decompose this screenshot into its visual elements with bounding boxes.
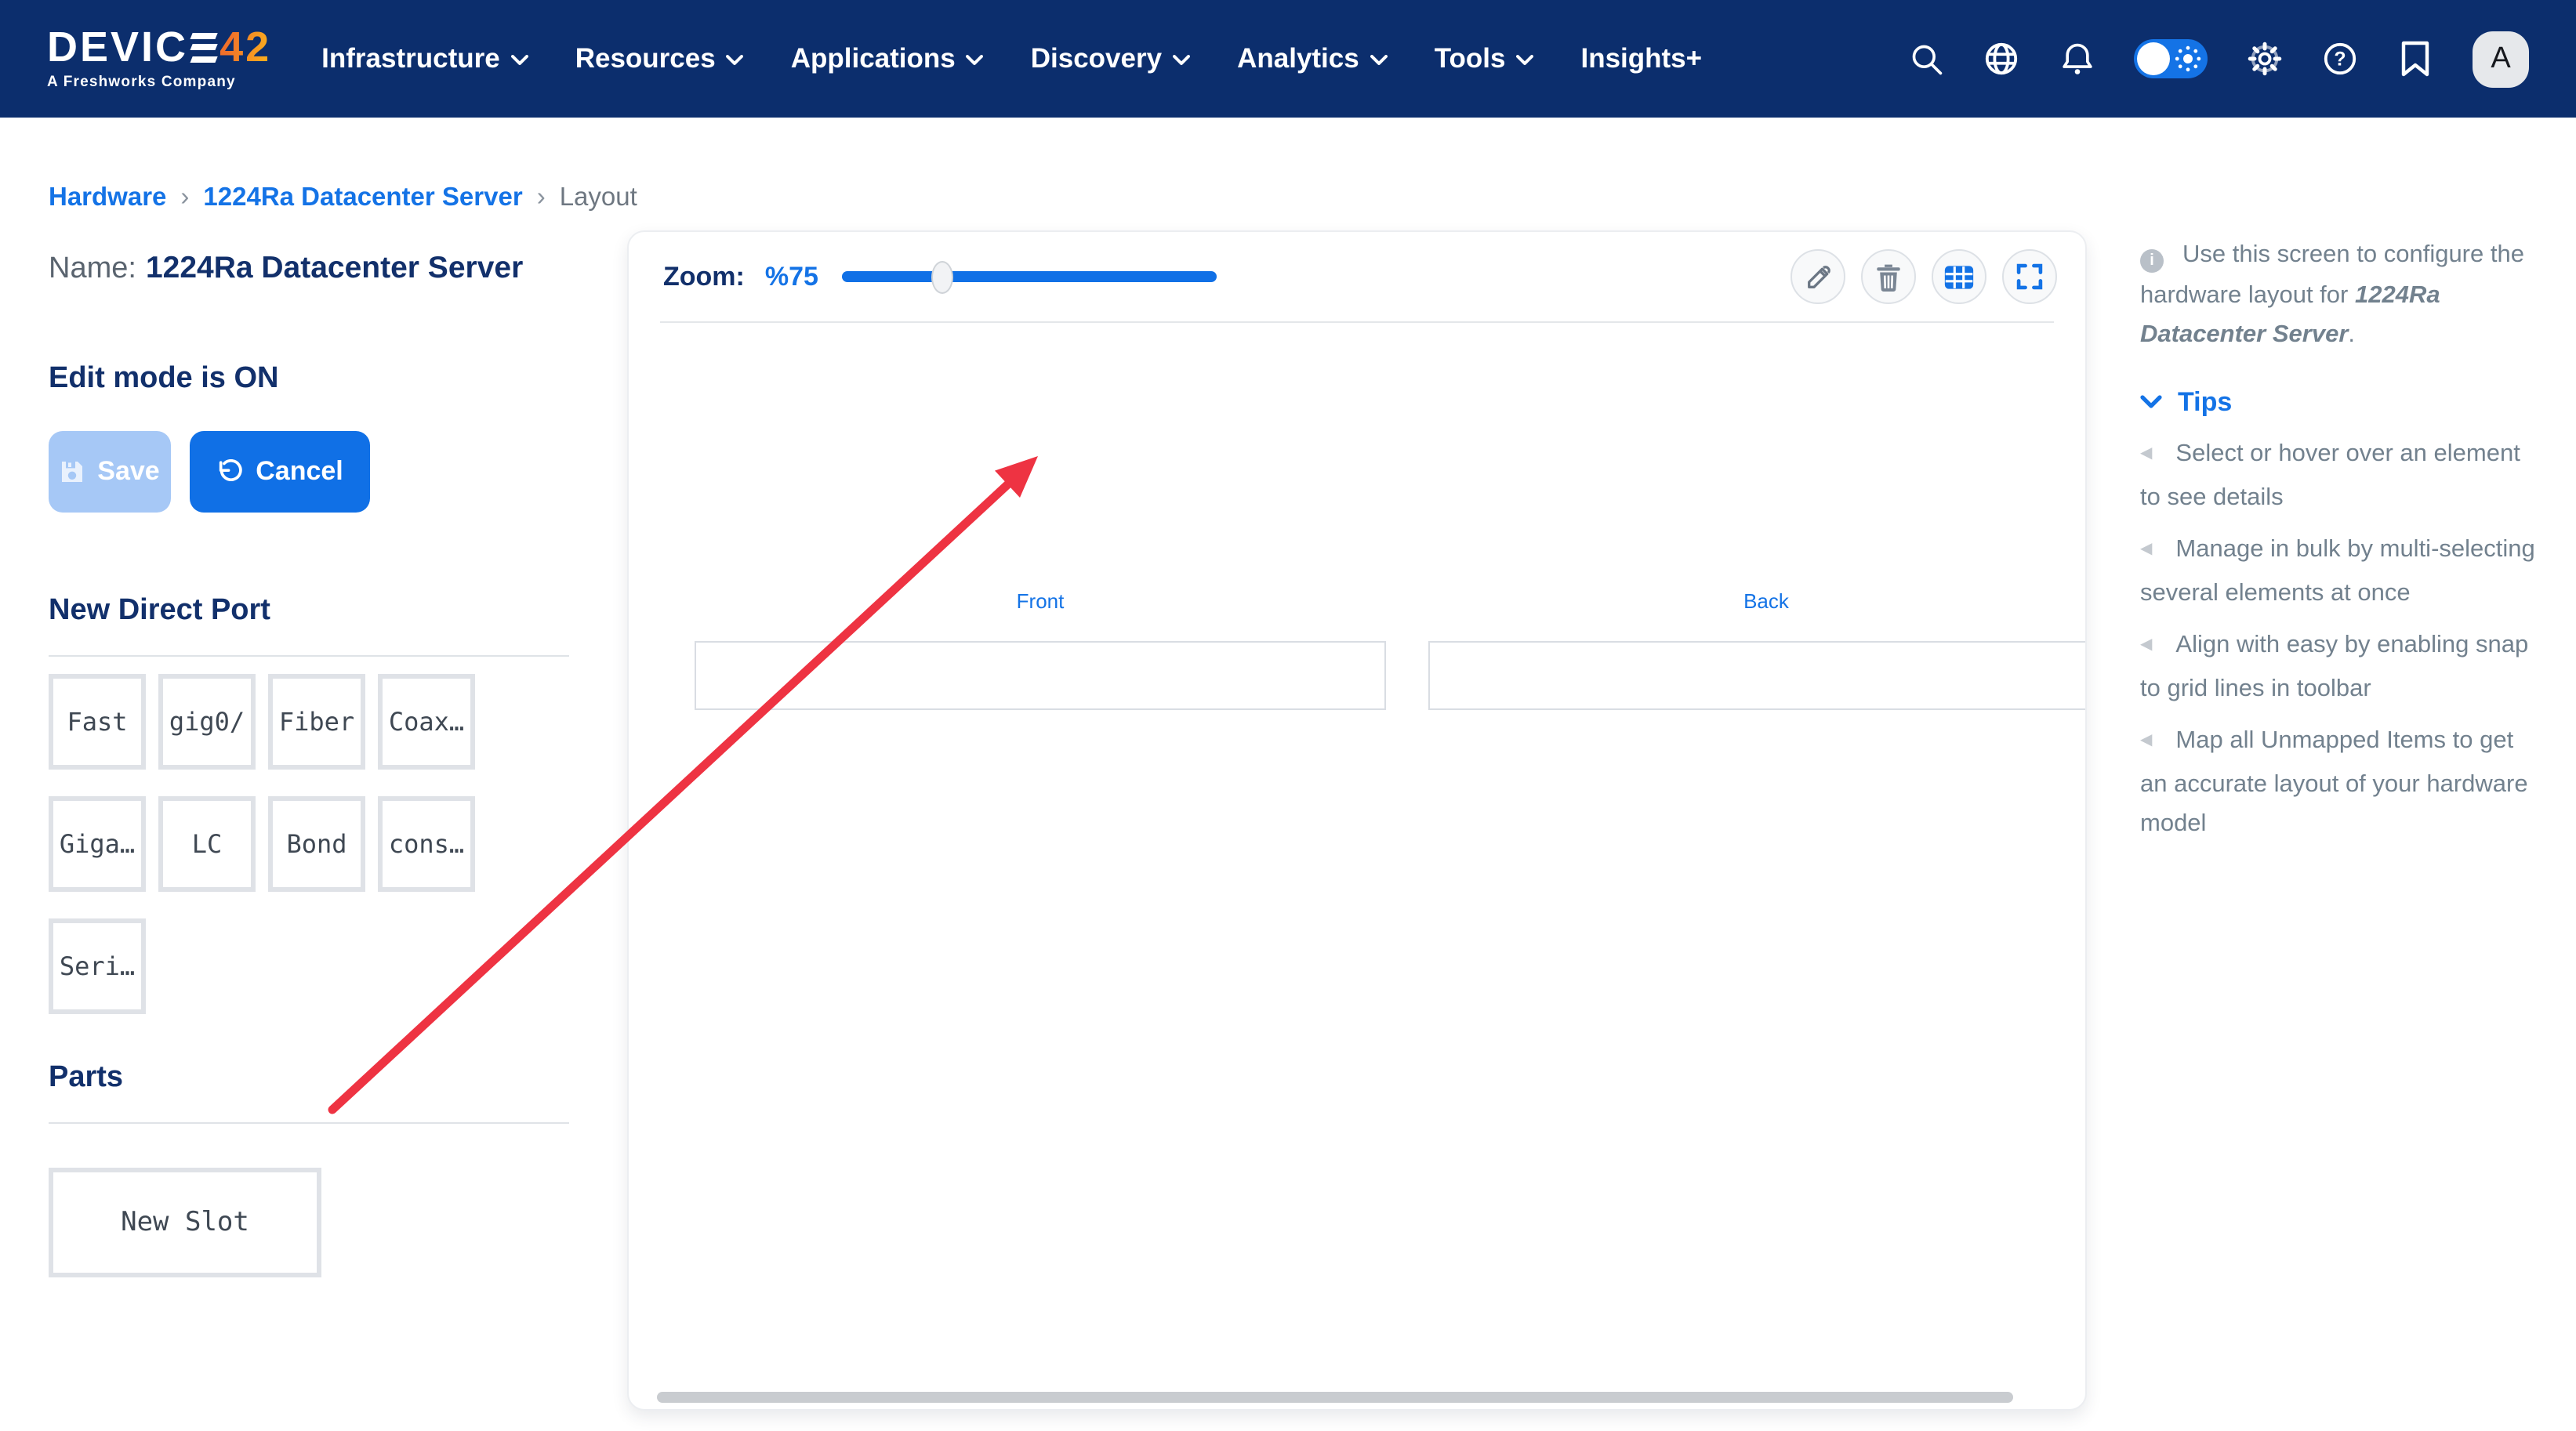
tips-toggle[interactable]: Tips <box>2140 382 2538 422</box>
save-button[interactable]: Save <box>49 431 171 513</box>
canvas-toolbar: Zoom: %75 <box>629 232 2085 321</box>
back-panel-rect[interactable] <box>1428 641 2087 710</box>
triangle-left-icon: ◀ <box>2140 445 2152 462</box>
chevron-down-icon <box>2140 395 2162 409</box>
user-avatar[interactable]: A <box>2473 31 2529 87</box>
nav-discovery[interactable]: Discovery <box>1031 42 1190 75</box>
front-panel-label: Front <box>695 589 1386 613</box>
grid-icon <box>1944 264 1974 289</box>
nav-infrastructure[interactable]: Infrastructure <box>321 42 528 75</box>
bookmark-icon[interactable] <box>2397 41 2433 77</box>
floppy-disk-icon <box>60 459 85 484</box>
nav-applications[interactable]: Applications <box>791 42 984 75</box>
nav-insights-plus[interactable]: Insights+ <box>1580 42 1702 75</box>
breadcrumb: Hardware › 1224Ra Datacenter Server › La… <box>49 183 637 213</box>
breadcrumb-device[interactable]: 1224Ra Datacenter Server <box>203 183 522 213</box>
device-name-value: 1224Ra Datacenter Server <box>146 251 523 285</box>
theme-toggle[interactable] <box>2134 39 2208 78</box>
section-divider <box>49 655 569 657</box>
tip-item: ◀Map all Unmapped Items to get an accura… <box>2140 721 2538 844</box>
parts-title: Parts <box>49 1061 569 1096</box>
port-item-serial[interactable]: Seri… <box>49 918 146 1014</box>
edit-mode-status: Edit mode is ON <box>49 362 569 397</box>
sun-icon <box>2175 45 2201 72</box>
tip-item: ◀Manage in bulk by multi-selecting sever… <box>2140 530 2538 613</box>
undo-icon <box>216 458 243 485</box>
tips-list: ◀Select or hover over an element to see … <box>2140 434 2538 844</box>
triangle-left-icon: ◀ <box>2140 732 2152 749</box>
top-navbar: DEVIC42 A Freshworks Company Infrastruct… <box>0 0 2576 118</box>
chevron-down-icon <box>1370 55 1388 66</box>
zoom-label: Zoom: <box>663 261 745 292</box>
zoom-slider[interactable] <box>842 271 1217 282</box>
tip-item: ◀Align with easy by enabling snap to gri… <box>2140 625 2538 708</box>
chevron-down-icon <box>1173 55 1190 66</box>
new-slot-item[interactable]: New Slot <box>49 1168 321 1277</box>
fullscreen-button[interactable] <box>2002 249 2057 304</box>
port-item-fast[interactable]: Fast <box>49 674 146 770</box>
info-icon: i <box>2140 250 2164 274</box>
chevron-down-icon <box>511 55 528 66</box>
help-sidebar: iUse this screen to configure the hardwa… <box>2140 235 2538 844</box>
port-item-bond[interactable]: Bond <box>268 796 365 892</box>
gear-icon[interactable] <box>2247 41 2283 77</box>
device-name-row: Name: 1224Ra Datacenter Server <box>49 251 569 287</box>
back-panel-label: Back <box>1428 589 2087 613</box>
front-panel-rect[interactable] <box>695 641 1386 710</box>
logo-e-bars-icon <box>191 31 216 65</box>
breadcrumb-separator: › <box>180 183 189 213</box>
triangle-left-icon: ◀ <box>2140 541 2152 558</box>
layout-canvas-card: Zoom: %75 Front Back <box>627 230 2087 1411</box>
zoom-slider-thumb[interactable] <box>931 260 952 293</box>
globe-icon[interactable] <box>1983 41 2019 77</box>
port-item-gig0[interactable]: gig0/ <box>158 674 256 770</box>
section-divider <box>49 1122 569 1124</box>
nav-analytics[interactable]: Analytics <box>1237 42 1388 75</box>
page: DEVIC42 A Freshworks Company Infrastruct… <box>0 0 2576 1431</box>
breadcrumb-layout: Layout <box>560 183 637 213</box>
svg-text:?: ? <box>2334 49 2346 71</box>
main-nav: Infrastructure Resources Applications Di… <box>321 42 1702 75</box>
edit-actions: Save Cancel <box>49 431 569 513</box>
help-icon[interactable]: ? <box>2322 41 2358 77</box>
port-item-fiber[interactable]: Fiber <box>268 674 365 770</box>
breadcrumb-hardware[interactable]: Hardware <box>49 183 166 213</box>
port-item-coax[interactable]: Coax… <box>378 674 475 770</box>
fullscreen-icon <box>2016 263 2043 290</box>
nav-resources[interactable]: Resources <box>575 42 744 75</box>
tip-item: ◀Select or hover over an element to see … <box>2140 434 2538 517</box>
avatar-letter: A <box>2491 42 2510 76</box>
screen-info-text: iUse this screen to configure the hardwa… <box>2140 235 2538 355</box>
toolbar-divider <box>660 321 2054 323</box>
cancel-button[interactable]: Cancel <box>190 431 370 513</box>
port-item-cons[interactable]: cons… <box>378 796 475 892</box>
zoom-value: %75 <box>765 261 818 292</box>
horizontal-scrollbar[interactable] <box>657 1392 2013 1403</box>
chevron-down-icon <box>967 55 984 66</box>
logo-wordmark: DEVIC42 <box>47 27 271 69</box>
bell-icon[interactable] <box>2059 41 2095 77</box>
device42-logo[interactable]: DEVIC42 A Freshworks Company <box>47 27 271 91</box>
toggle-knob <box>2137 42 2170 75</box>
edit-side-panel: Name: 1224Ra Datacenter Server Edit mode … <box>49 251 569 1277</box>
port-palette: Fast gig0/ Fiber Coax… Giga… LC Bond con… <box>49 674 569 1014</box>
name-label: Name: <box>49 252 136 285</box>
pencil-icon <box>1804 263 1832 291</box>
triangle-left-icon: ◀ <box>2140 636 2152 654</box>
breadcrumb-separator: › <box>537 183 546 213</box>
nav-tools[interactable]: Tools <box>1435 42 1534 75</box>
trash-icon <box>1875 263 1902 291</box>
new-direct-port-title: New Direct Port <box>49 594 569 629</box>
chevron-down-icon <box>727 55 744 66</box>
chevron-down-icon <box>1516 55 1533 66</box>
grid-toggle-button[interactable] <box>1932 249 1986 304</box>
port-item-giga[interactable]: Giga… <box>49 796 146 892</box>
search-icon[interactable] <box>1908 41 1944 77</box>
canvas-tool-buttons <box>1791 249 2057 304</box>
delete-button[interactable] <box>1861 249 1916 304</box>
logo-subtitle: A Freshworks Company <box>47 74 271 91</box>
edit-pencil-button[interactable] <box>1791 249 1845 304</box>
port-item-lc[interactable]: LC <box>158 796 256 892</box>
navbar-actions: ? A <box>1908 31 2529 87</box>
